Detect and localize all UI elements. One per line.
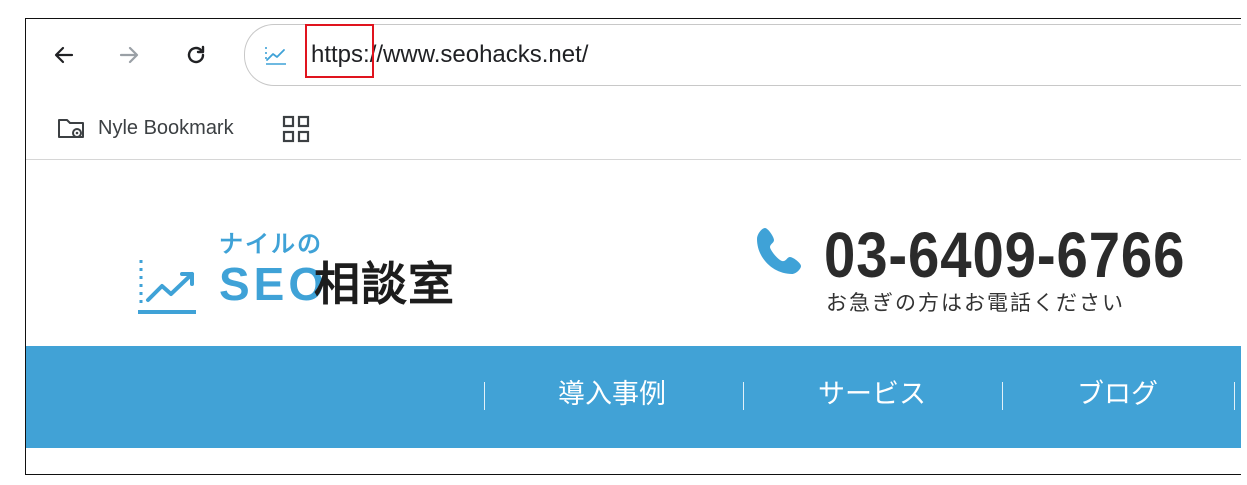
nav-item-services[interactable]: サービス [818, 376, 926, 412]
logo-tagline: ナイルの [219, 231, 323, 258]
nav-item-case-studies[interactable]: 導入事例 [558, 376, 666, 412]
nav-separator [1002, 382, 1003, 410]
address-bar[interactable]: https://www.seohacks.net/ [244, 24, 1241, 86]
bookmarks-bar: Nyle Bookmark [26, 103, 1241, 153]
site-navbar: 導入事例 サービス ブログ [26, 346, 1241, 448]
chart-icon [138, 260, 196, 314]
nav-item-blog[interactable]: ブログ [1077, 376, 1158, 412]
apps-grid-icon[interactable] [280, 113, 312, 145]
logo-brand: SEO [219, 258, 329, 310]
folder-gear-icon [58, 119, 84, 138]
bookmark-folder-nyle[interactable]: Nyle Bookmark [56, 111, 234, 145]
browser-toolbar: https://www.seohacks.net/ [26, 19, 1241, 95]
forward-arrow-icon [119, 46, 139, 64]
reload-icon [187, 45, 205, 64]
bookmark-folder-label: Nyle Bookmark [98, 116, 234, 139]
forward-button[interactable] [109, 35, 149, 75]
chrome-divider [26, 159, 1241, 160]
screenshot-frame: https://www.seohacks.net/ Nyle Bookmark [25, 18, 1241, 475]
nav-separator [484, 382, 485, 410]
nav-separator [1234, 382, 1235, 410]
phone-note: お急ぎの方はお電話ください [826, 292, 1125, 315]
reload-button[interactable] [176, 35, 216, 75]
back-arrow-icon [54, 46, 74, 64]
site-info-icon[interactable] [264, 43, 288, 67]
nav-separator [743, 382, 744, 410]
site-logo[interactable]: ナイルの SEO 相談室 [138, 224, 454, 319]
logo-title: 相談室 [314, 258, 455, 310]
phone-icon [757, 228, 801, 274]
back-button[interactable] [44, 35, 84, 75]
https-highlight-box [305, 24, 374, 78]
phone-number[interactable]: 03-6409-6766 [824, 217, 1185, 293]
